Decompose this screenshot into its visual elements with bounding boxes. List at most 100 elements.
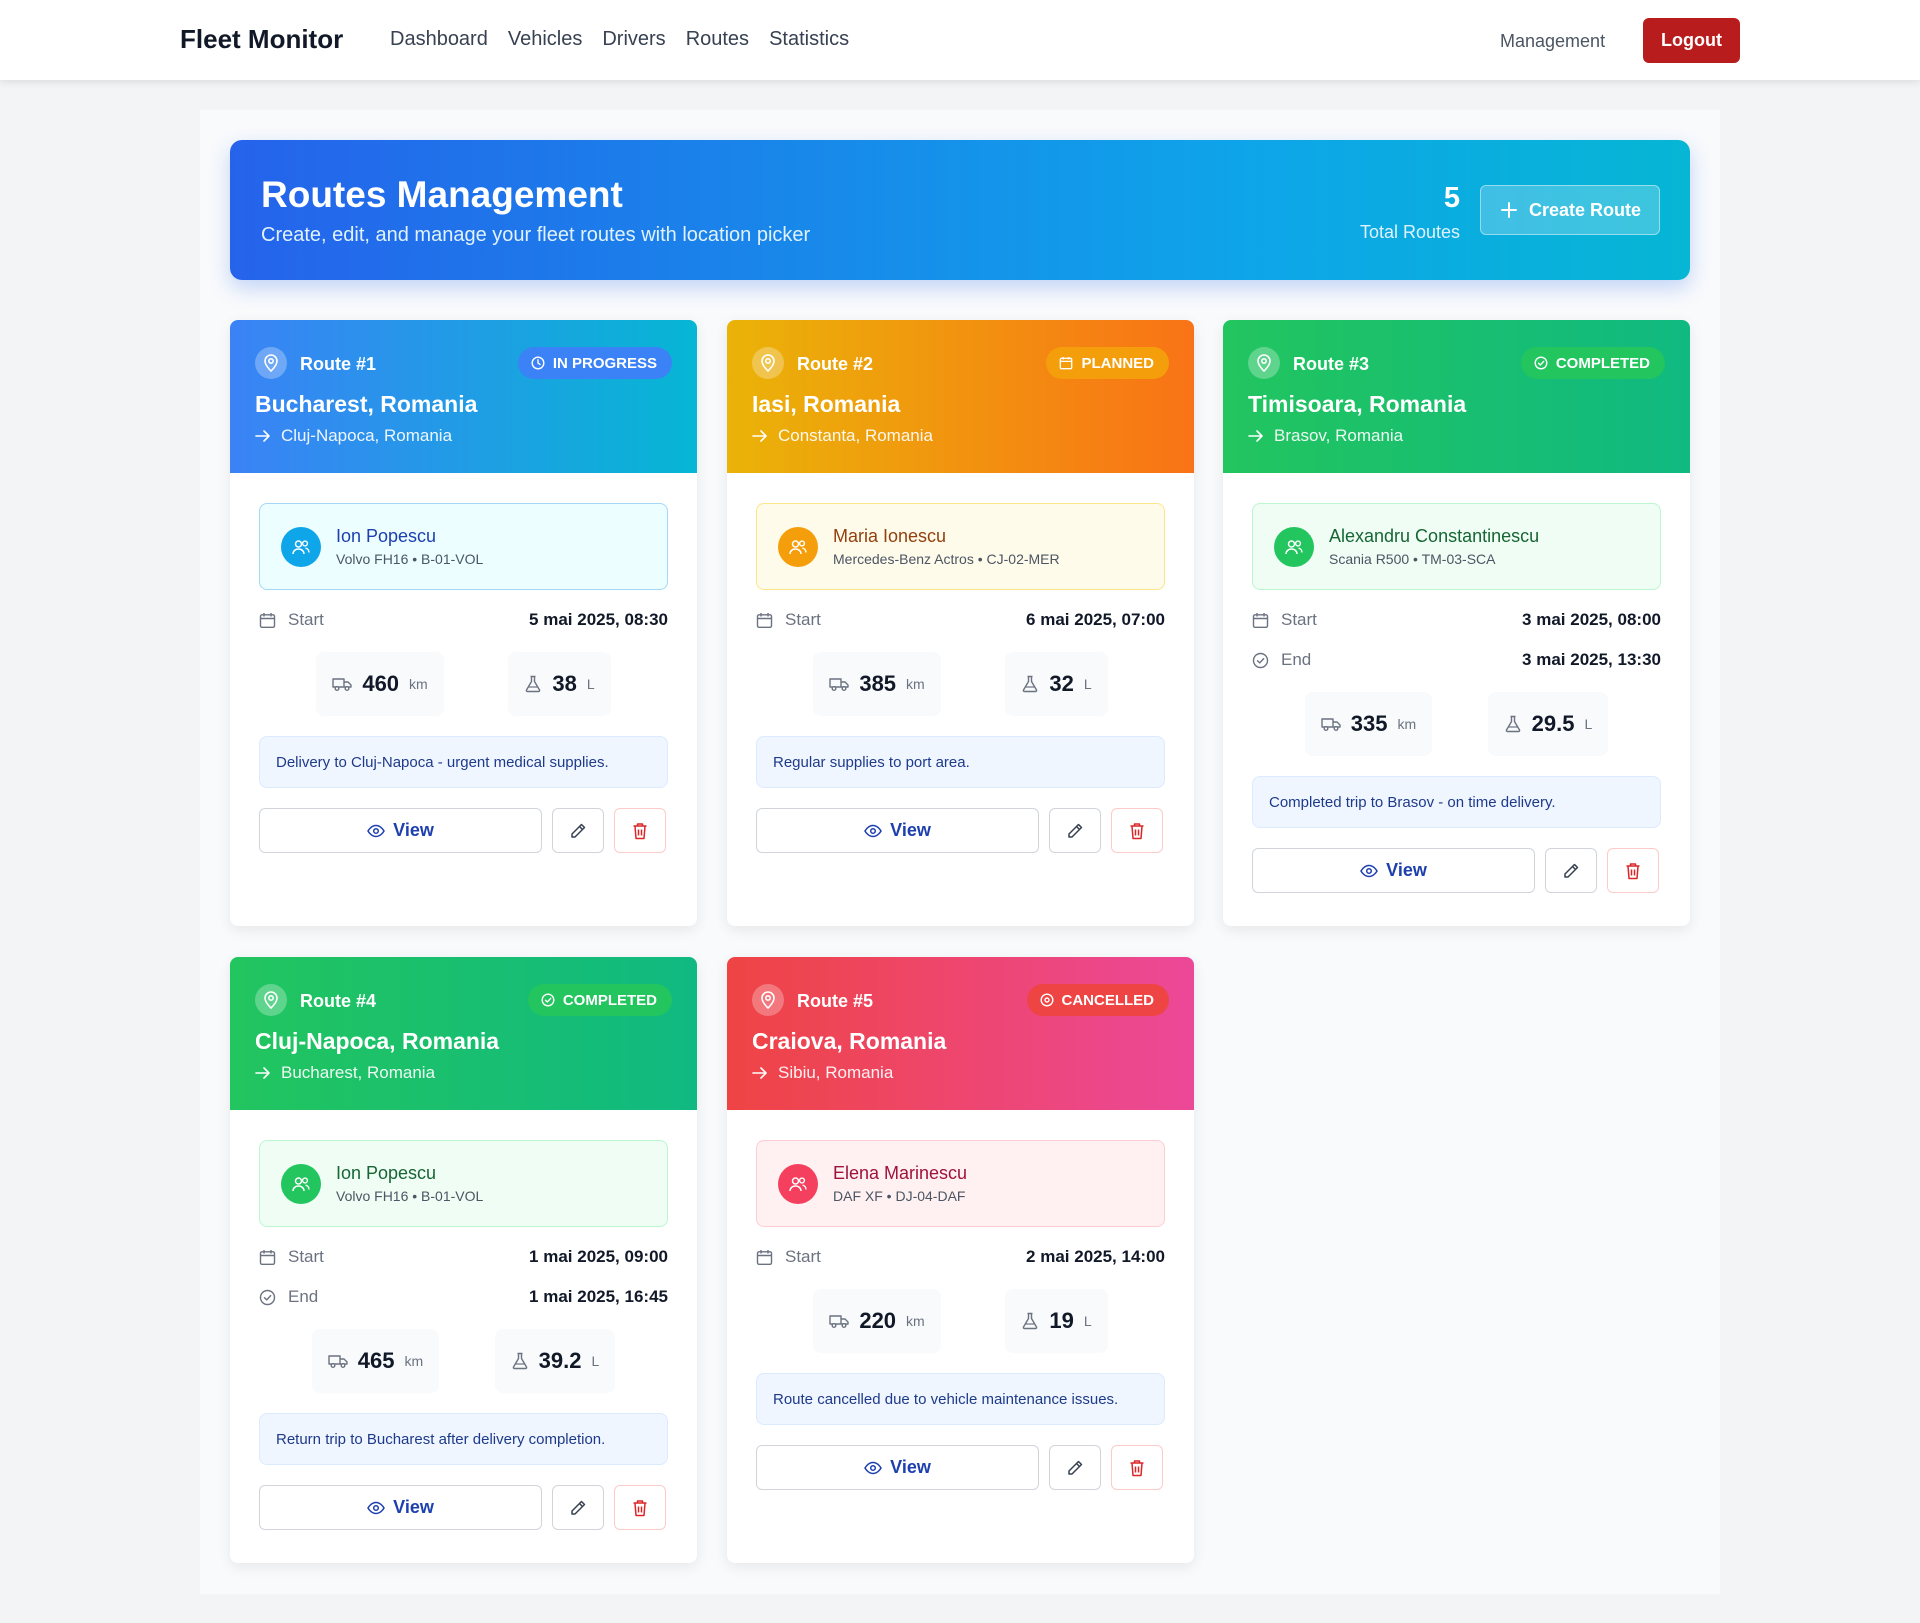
distance-value: 465 [357, 1348, 395, 1373]
fuel-unit: L [591, 1353, 600, 1369]
view-button[interactable]: View [259, 808, 542, 853]
edit-button[interactable] [552, 808, 604, 853]
status-text: IN PROGRESS [552, 354, 657, 372]
calendar-icon [259, 612, 276, 629]
route-notes: Delivery to Cluj-Napoca - urgent medical… [259, 736, 668, 788]
x-circle-icon [1039, 993, 1054, 1007]
delete-button[interactable] [614, 808, 666, 853]
nav-link-management[interactable]: Management [1500, 31, 1605, 52]
start-time: 6 mai 2025, 07:00 [1026, 610, 1165, 629]
view-button[interactable]: View [1252, 848, 1535, 893]
view-button[interactable]: View [756, 808, 1039, 853]
eye-icon [367, 1501, 385, 1515]
eye-icon [864, 1461, 882, 1475]
plus-icon [1499, 200, 1519, 220]
card-actions: View [756, 1445, 1165, 1490]
vehicle-info: Volvo FH16 • B-01-VOL [336, 551, 484, 567]
card-actions: View [756, 808, 1165, 853]
map-pin-icon [255, 984, 287, 1016]
view-label: View [393, 820, 434, 840]
edit-button[interactable] [1545, 848, 1597, 893]
calendar-icon [1252, 612, 1269, 629]
nav-link-dashboard[interactable]: Dashboard [390, 28, 488, 51]
calendar-icon [1059, 356, 1073, 370]
trash-icon [1625, 862, 1641, 880]
fuel-unit: L [1083, 676, 1092, 692]
status-badge: PLANNED [1046, 347, 1169, 379]
clock-icon [531, 356, 545, 370]
route-destination: Constanta, Romania [778, 426, 933, 445]
arrow-right-icon [752, 429, 768, 443]
fuel-value: 39.2 [538, 1348, 582, 1373]
trash-icon [1129, 822, 1145, 840]
route-number: Route #5 [797, 991, 874, 1011]
route-number: Route #1 [300, 354, 377, 374]
pencil-icon [1066, 1459, 1084, 1477]
view-button[interactable]: View [259, 1485, 542, 1530]
check-circle-icon [1534, 356, 1548, 370]
flask-icon [1021, 1312, 1039, 1330]
total-routes-label: Total Routes [1359, 222, 1460, 242]
delete-button[interactable] [1111, 1445, 1163, 1490]
delete-button[interactable] [1111, 808, 1163, 853]
edit-button[interactable] [1049, 1445, 1101, 1490]
create-route-button[interactable]: Create Route [1480, 185, 1660, 235]
route-number: Route #4 [300, 991, 377, 1011]
start-time: 1 mai 2025, 09:00 [529, 1247, 668, 1266]
route-destination: Cluj-Napoca, Romania [281, 426, 453, 445]
create-route-label: Create Route [1528, 199, 1642, 220]
nav-link-statistics[interactable]: Statistics [769, 28, 849, 51]
distance-value: 460 [362, 671, 400, 696]
nav-link-vehicles[interactable]: Vehicles [508, 28, 583, 51]
route-destination-row: Constanta, Romania [752, 426, 933, 446]
card-actions: View [259, 1485, 668, 1530]
driver-name: Ion Popescu [336, 526, 437, 546]
flask-icon [1504, 715, 1522, 733]
route-card-header: Route #3 COMPLETED Timisoara, Romania Br… [1223, 320, 1690, 473]
users-icon [778, 526, 818, 567]
edit-button[interactable] [1049, 808, 1101, 853]
logout-button[interactable]: Logout [1643, 18, 1740, 63]
distance-unit: km [906, 676, 925, 692]
truck-icon [332, 676, 353, 692]
route-destination-row: Sibiu, Romania [752, 1063, 893, 1083]
driver-info-box: Elena Marinescu DAF XF • DJ-04-DAF [756, 1140, 1165, 1227]
truck-icon [829, 676, 850, 692]
view-button[interactable]: View [756, 1445, 1039, 1490]
driver-name: Ion Popescu [336, 1163, 437, 1183]
brand-logo[interactable]: Fleet Monitor [180, 24, 343, 55]
status-text: PLANNED [1081, 354, 1154, 372]
distance-unit: km [1397, 716, 1417, 732]
start-time-row: Start 5 mai 2025, 08:30 [259, 600, 668, 640]
nav-link-routes[interactable]: Routes [686, 28, 749, 51]
fuel-unit: L [1083, 1313, 1092, 1329]
route-destination-row: Cluj-Napoca, Romania [255, 426, 452, 446]
route-destination: Brasov, Romania [1274, 426, 1404, 445]
fuel-stat: 29.5 L [1487, 692, 1609, 756]
route-notes: Completed trip to Brasov - on time deliv… [1252, 776, 1661, 828]
route-number: Route #3 [1293, 354, 1370, 374]
nav-link-drivers[interactable]: Drivers [602, 28, 665, 51]
delete-button[interactable] [1607, 848, 1659, 893]
check-circle-icon [259, 1289, 276, 1306]
status-text: CANCELLED [1061, 991, 1155, 1009]
view-label: View [393, 1497, 434, 1517]
distance-stat: 220 km [813, 1289, 941, 1353]
end-label: End [1281, 650, 1312, 669]
view-label: View [890, 1457, 931, 1477]
arrow-right-icon [255, 429, 271, 443]
distance-unit: km [404, 1353, 424, 1369]
driver-info-box: Ion Popescu Volvo FH16 • B-01-VOL [259, 1140, 668, 1227]
vehicle-info: DAF XF • DJ-04-DAF [833, 1188, 966, 1204]
card-actions: View [259, 808, 668, 853]
edit-button[interactable] [552, 1485, 604, 1530]
calendar-icon [756, 612, 773, 629]
eye-icon [1360, 864, 1378, 878]
map-pin-icon [752, 347, 784, 379]
flask-icon [524, 675, 542, 693]
driver-name: Elena Marinescu [833, 1163, 968, 1183]
delete-button[interactable] [614, 1485, 666, 1530]
fuel-value: 38 [552, 671, 577, 696]
arrow-right-icon [255, 1066, 271, 1080]
route-card-header: Route #5 CANCELLED Craiova, Romania Sibi… [727, 957, 1194, 1110]
